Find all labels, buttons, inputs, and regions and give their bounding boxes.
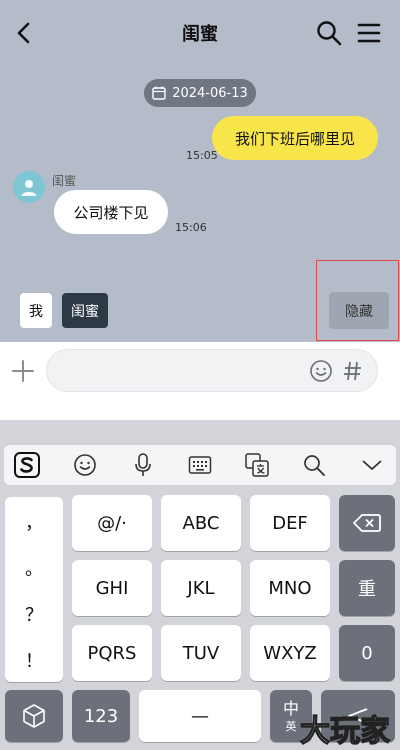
delete-key[interactable] (339, 495, 395, 551)
key-abc[interactable]: ABC (161, 495, 241, 551)
key-pqrs[interactable]: PQRS (72, 625, 152, 681)
input-bar (0, 342, 400, 420)
message-bubble-me[interactable]: 我们下班后哪里见 (212, 116, 378, 160)
emoji-button[interactable] (309, 359, 333, 383)
search-button[interactable] (314, 18, 344, 48)
chat-header: 闺蜜 (0, 0, 400, 66)
zero-key[interactable]: 0 (339, 625, 395, 681)
watermark-logo: 大玩家 (299, 713, 390, 749)
person-icon (21, 180, 37, 196)
punctuation-column[interactable]: ， 。 ？ ！ (5, 497, 63, 682)
message-time: 15:06 (175, 221, 207, 234)
chat-area: 闺蜜 2024-06-13 我们下班后哪里见 15:05 闺蜜 公司楼下见 15… (0, 0, 400, 342)
svg-text:大玩家: 大玩家 (300, 714, 390, 749)
smiley-icon (310, 360, 332, 382)
translate-icon (245, 453, 269, 477)
date-pill: 2024-06-13 (144, 79, 256, 107)
role-me-button[interactable]: 我 (20, 293, 52, 328)
punct-period-key[interactable]: 。 (5, 555, 63, 581)
emoji-cube-key[interactable] (5, 690, 63, 742)
keyboard-icon (188, 456, 212, 474)
keyboard-layout-button[interactable] (187, 452, 213, 478)
space-key[interactable]: — (139, 690, 261, 742)
key-jkl[interactable]: JKL (161, 560, 241, 616)
hash-button[interactable] (343, 359, 363, 383)
sender-name: 闺蜜 (52, 174, 77, 188)
translate-button[interactable] (244, 452, 270, 478)
delete-icon (353, 514, 381, 532)
hash-icon (344, 361, 361, 381)
role-friend-button[interactable]: 闺蜜 (62, 293, 108, 328)
hide-button[interactable]: 隐藏 (329, 292, 389, 329)
key-mno[interactable]: MNO (250, 560, 330, 616)
chevron-down-icon (362, 460, 382, 470)
sogou-logo-icon (14, 452, 40, 478)
key-tuv[interactable]: TUV (161, 625, 241, 681)
smiley-icon (74, 454, 96, 476)
reenter-key[interactable]: 重 (339, 560, 395, 616)
date-text: 2024-06-13 (172, 85, 248, 101)
message-input[interactable] (46, 349, 378, 392)
calendar-icon (152, 86, 166, 100)
collapse-keyboard-button[interactable] (359, 452, 385, 478)
sogou-logo-button[interactable] (14, 452, 40, 478)
microphone-icon (135, 453, 151, 476)
voice-input-button[interactable] (130, 452, 156, 478)
plus-icon (12, 360, 34, 382)
add-button[interactable] (10, 358, 36, 384)
keyboard-toolbar (4, 445, 396, 485)
key-wxyz[interactable]: WXYZ (250, 625, 330, 681)
punct-exclaim-key[interactable]: ！ (5, 647, 63, 673)
punct-comma-key[interactable]: ， (5, 509, 63, 535)
search-icon (304, 455, 325, 476)
key-def[interactable]: DEF (250, 495, 330, 551)
numbers-key[interactable]: 123 (72, 690, 130, 742)
emoji-keyboard-button[interactable] (72, 452, 98, 478)
menu-button[interactable] (354, 18, 384, 48)
key-symbols[interactable]: @/· (72, 495, 152, 551)
message-time: 15:05 (186, 149, 218, 162)
punct-question-key[interactable]: ？ (5, 601, 63, 627)
watermark: 大玩家 (290, 708, 400, 750)
keyboard-search-button[interactable] (301, 452, 327, 478)
avatar[interactable] (13, 171, 45, 203)
message-bubble-friend[interactable]: 公司楼下见 (54, 190, 168, 234)
cube-icon (23, 704, 45, 728)
search-icon (317, 21, 342, 46)
key-ghi[interactable]: GHI (72, 560, 152, 616)
menu-icon (357, 23, 381, 43)
